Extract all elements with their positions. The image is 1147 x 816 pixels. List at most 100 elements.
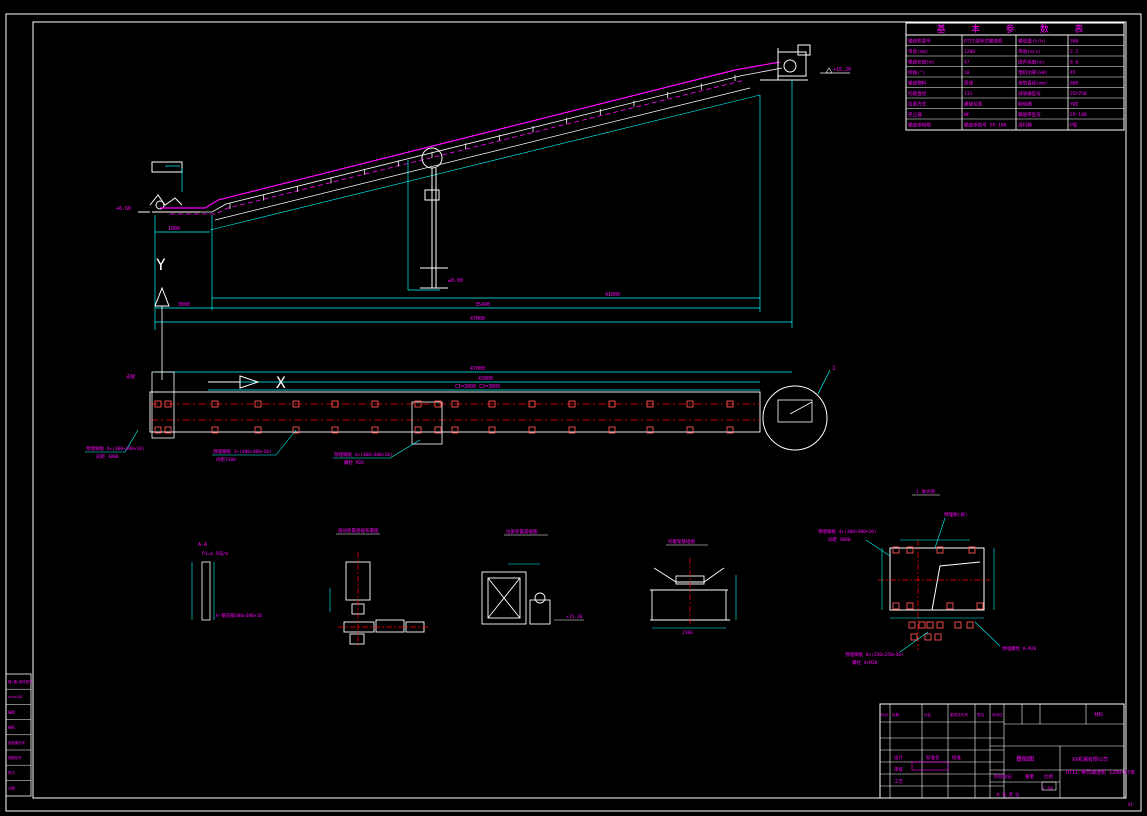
elev-dim-total: 47000 bbox=[470, 316, 485, 322]
north-arrow-icon bbox=[154, 286, 170, 307]
elev-level-ground: ±0.00 bbox=[448, 278, 463, 284]
elevation-dimensions bbox=[154, 80, 793, 330]
param-cell: DTII型带式输送机 bbox=[964, 38, 1003, 45]
bolt-mark bbox=[918, 621, 926, 629]
plan-callout-3b: 螺栓 M20 bbox=[344, 459, 364, 466]
tb-company: XX机械有限公司 bbox=[1072, 756, 1108, 763]
param-cell: 8.6 bbox=[1070, 60, 1079, 66]
param-cell: 倾角(°) bbox=[908, 69, 926, 76]
tb-approve: 批准 bbox=[952, 754, 961, 761]
param-cell: 18 bbox=[964, 70, 970, 76]
side-stamp-cell: 底图总号 bbox=[8, 755, 22, 760]
param-cell: 133 bbox=[964, 91, 973, 97]
plan-callout-2: 预埋钢板 2×(400×400×10) bbox=[213, 448, 272, 455]
param-cell: P型 bbox=[1070, 122, 1078, 129]
tb-stage-label: 阶段标记 bbox=[994, 773, 1012, 780]
tb-process: 工艺 bbox=[894, 779, 903, 785]
param-cell: ZSY250 bbox=[1070, 91, 1087, 97]
param-cell: 47 bbox=[964, 60, 970, 66]
bolt-mark bbox=[976, 602, 984, 610]
param-cell: EP-100 bbox=[1070, 112, 1087, 118]
param-cell: 输送带型号 bbox=[1018, 111, 1041, 118]
axis-label-x: X bbox=[276, 373, 286, 392]
param-cell: 输送机型号 bbox=[908, 38, 931, 45]
param-cell: 托辊直径 bbox=[908, 90, 927, 97]
tb-weight-label: 重量 bbox=[1025, 773, 1034, 780]
title-block-head: 分区 bbox=[924, 712, 932, 717]
cad-drawing-canvas: 基 本 参 数 表 输送机型号 DTII型带式输送机 输送量(t/h) 300 带宽(m… bbox=[5, 13, 1142, 812]
section-a: A-A P1=4.5吨/m H-钢支腿300×300×10 bbox=[191, 542, 262, 621]
bolt-mark bbox=[946, 602, 954, 610]
plan-callout-1: 预埋钢板 4×(300×300×10) bbox=[86, 445, 145, 452]
tail-pulley-structure bbox=[138, 161, 200, 213]
elev-level-tail: +6.60 bbox=[116, 206, 131, 212]
section-e-callout1: 预埋钢板 4×(300×300×10) bbox=[818, 528, 877, 535]
bolt-mark bbox=[892, 602, 900, 610]
tb-scale: 1:50 bbox=[1042, 786, 1053, 792]
tb-scale-label: 比例 bbox=[1044, 773, 1053, 780]
section-d-title: 托辊架基础图 bbox=[668, 538, 695, 545]
param-cell: 拉紧方式 bbox=[908, 101, 927, 108]
title-block-head: 签名 bbox=[977, 712, 985, 717]
title-block-heads: 标记 处数 分区 更改文件号 签名 年月日 bbox=[881, 712, 1003, 717]
section-e-callout1b: 间距 3000 bbox=[828, 536, 851, 543]
side-stamp-cell: 描图 bbox=[8, 709, 15, 714]
elevation-view: 47000 41000 35490 3000 1000 +15.20 +6.60… bbox=[116, 44, 851, 380]
elev-dim-head-span: 35490 bbox=[475, 302, 490, 308]
side-stamp-cell: 旧底图总号 bbox=[8, 740, 26, 745]
tb-drawing-name: 基础图 bbox=[1016, 755, 1034, 763]
param-cell: 提升高度(m) bbox=[1018, 59, 1045, 66]
bolt-mark bbox=[954, 621, 962, 629]
side-stamp: 借(通)用件登记 AutoCAD 描图描校旧底图总号底图总号签字日期 bbox=[5, 673, 33, 797]
tb-standard: 标准化 bbox=[926, 754, 940, 761]
param-cell: 输送量(t/h) bbox=[1018, 38, 1046, 45]
param-cell: 制动器 bbox=[1018, 101, 1032, 108]
param-cell: 清扫器 bbox=[1018, 122, 1032, 129]
mid-support-tower bbox=[420, 147, 448, 289]
side-stamp-cell: 借(通)用件登记 bbox=[8, 679, 33, 684]
tb-designer: 设计 bbox=[894, 754, 903, 761]
bolt-mark bbox=[966, 621, 974, 629]
bolt-mark bbox=[926, 621, 934, 629]
section-e-callout3b: 螺栓 4×M20 bbox=[852, 659, 878, 666]
param-cell: 1200 bbox=[964, 49, 975, 55]
tb-material: 材料 bbox=[1094, 711, 1103, 718]
detail-dimensions bbox=[865, 517, 1001, 653]
tb-drawing-no: DTII 带式输送机 1200×47米 bbox=[1066, 769, 1135, 776]
elev-level-head: +15.20 bbox=[833, 67, 851, 73]
section-d: 托辊架基础图 1500 bbox=[650, 538, 737, 636]
plan-callout-3: 预埋钢板 4×(300×300×10) bbox=[334, 451, 393, 458]
plan-callout-2b: 间距1500 bbox=[216, 456, 236, 463]
bolt-mark bbox=[936, 621, 944, 629]
detail-bolts bbox=[892, 546, 984, 641]
section-e-title: I 放大图 bbox=[916, 488, 935, 495]
section-a-note2: H-钢支腿300×300×10 bbox=[216, 612, 262, 619]
param-cell: 2.5 bbox=[1070, 49, 1079, 55]
title-block: 标记 处数 分区 更改文件号 签名 年月日 设计 审核 工艺 标准化 批准 阶段标记 重量… bbox=[879, 703, 1135, 799]
title-block-head: 处数 bbox=[892, 712, 900, 717]
plan-dim-total: 47000 bbox=[470, 366, 485, 372]
param-cell: 输送物料 bbox=[908, 80, 927, 87]
param-cell: YWZ bbox=[1070, 102, 1079, 108]
param-cell: 原煤 bbox=[964, 80, 974, 87]
tb-sheet: 共 张 第 张 bbox=[996, 791, 1019, 797]
tb-checker: 审核 bbox=[894, 766, 903, 773]
side-stamp-cell: AutoCAD bbox=[8, 695, 22, 699]
bolt-mark bbox=[906, 602, 914, 610]
section-b-title: 驱动装置基础布置图 bbox=[338, 527, 379, 534]
plan-callout-1b: 间距 3000 bbox=[96, 453, 119, 460]
detail-ref-label: 1 bbox=[832, 365, 836, 372]
param-cell: 带速(m/s) bbox=[1018, 49, 1041, 55]
section-e-callout2: 预埋板(坡) bbox=[944, 511, 967, 518]
param-cell: 输送带规格 bbox=[908, 122, 931, 129]
section-b: 驱动装置基础布置图 bbox=[329, 527, 430, 648]
param-cell: 300 bbox=[1070, 39, 1079, 45]
plan-view: 47000 43000 C1=3000 C2=3000 X 1 预埋钢板 4×(… bbox=[85, 365, 836, 466]
corner-mark: A1 bbox=[1128, 802, 1133, 807]
section-a-note1: P1=4.5吨/m bbox=[202, 550, 228, 557]
side-stamp-cell: 签字 bbox=[8, 770, 15, 775]
param-table: 基 本 参 数 表 输送机型号 DTII型带式输送机 输送量(t/h) 300 带宽(m… bbox=[905, 22, 1125, 131]
param-cell: 逆止器 bbox=[908, 111, 922, 118]
elev-dim-mid: 3000 bbox=[178, 302, 190, 308]
param-cell: 减速器型号 bbox=[1018, 90, 1041, 97]
